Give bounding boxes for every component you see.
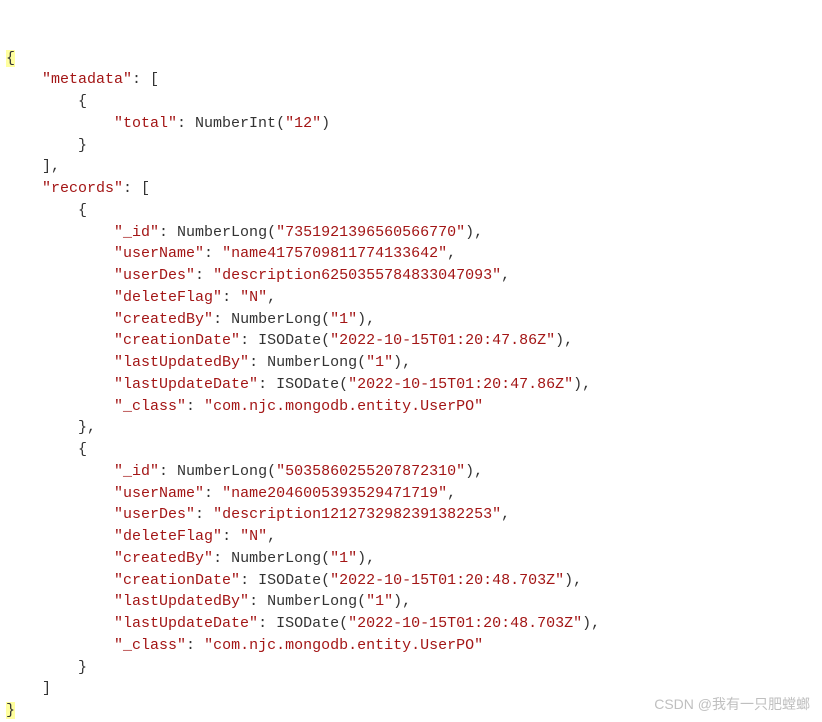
punct: ), xyxy=(465,224,483,241)
punct: ), xyxy=(573,376,591,393)
metadata-key: "metadata" xyxy=(42,71,132,88)
r1-id-arg: "7351921396560566770" xyxy=(276,224,465,241)
r1-lastUpdatedBy-key: "lastUpdatedBy" xyxy=(114,354,249,371)
sep: : xyxy=(204,245,222,262)
sep: : xyxy=(222,528,240,545)
r1-lastUpdateDate-arg: "2022-10-15T01:20:47.86Z" xyxy=(348,376,573,393)
punct: { xyxy=(78,93,87,110)
sep: : xyxy=(195,267,213,284)
r2-createdBy-key: "createdBy" xyxy=(114,550,213,567)
r2-creationDate-arg: "2022-10-15T01:20:48.703Z" xyxy=(330,572,564,589)
root-open-brace: { xyxy=(6,50,15,67)
r2-class-val: "com.njc.mongodb.entity.UserPO" xyxy=(204,637,483,654)
comma: , xyxy=(447,485,456,502)
punct: : NumberLong( xyxy=(159,224,276,241)
punct: : ISODate( xyxy=(240,572,330,589)
r1-creationDate-arg: "2022-10-15T01:20:47.86Z" xyxy=(330,332,555,349)
punct: : ISODate( xyxy=(240,332,330,349)
r1-id-key: "_id" xyxy=(114,224,159,241)
punct: : [ xyxy=(123,180,150,197)
total-close: ) xyxy=(321,115,330,132)
r2-userName-val: "name2046005393529471719" xyxy=(222,485,447,502)
r2-creationDate-key: "creationDate" xyxy=(114,572,240,589)
punct: ), xyxy=(564,572,582,589)
punct: ), xyxy=(357,311,375,328)
punct: : NumberLong( xyxy=(213,311,330,328)
punct: : ISODate( xyxy=(258,615,348,632)
r2-lastUpdateDate-key: "lastUpdateDate" xyxy=(114,615,258,632)
r1-createdBy-key: "createdBy" xyxy=(114,311,213,328)
punct: ), xyxy=(393,593,411,610)
watermark-text: CSDN @我有一只肥螳螂 xyxy=(654,694,810,714)
r1-userDes-val: "description6250355784833047093" xyxy=(213,267,501,284)
records-key: "records" xyxy=(42,180,123,197)
sep: : xyxy=(195,506,213,523)
comma: , xyxy=(267,528,276,545)
r2-class-key: "_class" xyxy=(114,637,186,654)
r1-class-key: "_class" xyxy=(114,398,186,415)
r1-deleteFlag-key: "deleteFlag" xyxy=(114,289,222,306)
punct: : NumberLong( xyxy=(249,354,366,371)
r2-id-key: "_id" xyxy=(114,463,159,480)
r2-deleteFlag-val: "N" xyxy=(240,528,267,545)
punct: { xyxy=(78,441,87,458)
r2-lastUpdateDate-arg: "2022-10-15T01:20:48.703Z" xyxy=(348,615,582,632)
sep: : xyxy=(204,485,222,502)
r1-lastUpdatedBy-arg: "1" xyxy=(366,354,393,371)
punct: : NumberLong( xyxy=(249,593,366,610)
comma: , xyxy=(501,267,510,284)
r1-userName-key: "userName" xyxy=(114,245,204,262)
sep: : xyxy=(186,637,204,654)
r1-deleteFlag-val: "N" xyxy=(240,289,267,306)
total-call-open: : NumberInt( xyxy=(177,115,285,132)
punct: : NumberLong( xyxy=(159,463,276,480)
r2-deleteFlag-key: "deleteFlag" xyxy=(114,528,222,545)
r1-createdBy-arg: "1" xyxy=(330,311,357,328)
punct: ), xyxy=(582,615,600,632)
sep: : xyxy=(222,289,240,306)
root-close-brace: } xyxy=(6,702,15,719)
punct: ), xyxy=(465,463,483,480)
r1-userName-val: "name4175709811774133642" xyxy=(222,245,447,262)
punct: }, xyxy=(78,419,96,436)
r2-lastUpdatedBy-key: "lastUpdatedBy" xyxy=(114,593,249,610)
total-arg: "12" xyxy=(285,115,321,132)
punct: ] xyxy=(42,680,51,697)
total-key: "total" xyxy=(114,115,177,132)
punct: : NumberLong( xyxy=(213,550,330,567)
sep: : xyxy=(186,398,204,415)
comma: , xyxy=(501,506,510,523)
punct: } xyxy=(78,137,87,154)
r2-userDes-val: "description1212732982391382253" xyxy=(213,506,501,523)
punct: ), xyxy=(393,354,411,371)
punct: ], xyxy=(42,158,60,175)
punct: : [ xyxy=(132,71,159,88)
r1-class-val: "com.njc.mongodb.entity.UserPO" xyxy=(204,398,483,415)
comma: , xyxy=(447,245,456,262)
r2-createdBy-arg: "1" xyxy=(330,550,357,567)
punct: { xyxy=(78,202,87,219)
punct: ), xyxy=(555,332,573,349)
r1-lastUpdateDate-key: "lastUpdateDate" xyxy=(114,376,258,393)
r1-creationDate-key: "creationDate" xyxy=(114,332,240,349)
punct: : ISODate( xyxy=(258,376,348,393)
comma: , xyxy=(267,289,276,306)
r2-lastUpdatedBy-arg: "1" xyxy=(366,593,393,610)
punct: ), xyxy=(357,550,375,567)
r2-userName-key: "userName" xyxy=(114,485,204,502)
r1-userDes-key: "userDes" xyxy=(114,267,195,284)
punct: } xyxy=(78,659,87,676)
r2-id-arg: "5035860255207872310" xyxy=(276,463,465,480)
r2-userDes-key: "userDes" xyxy=(114,506,195,523)
